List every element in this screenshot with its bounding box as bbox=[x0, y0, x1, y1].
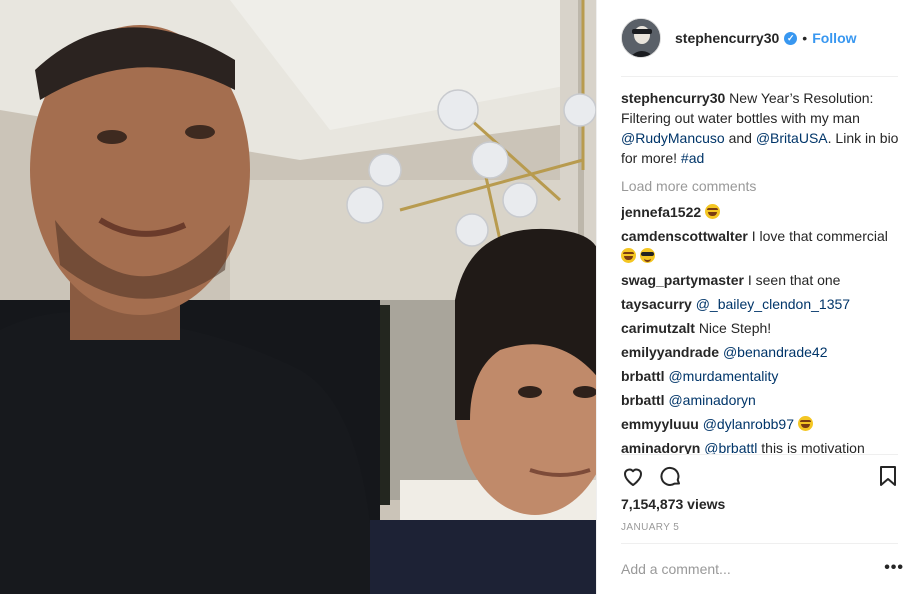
divider bbox=[621, 543, 898, 544]
comment-item: carimutzalt Nice Steph! bbox=[621, 318, 900, 338]
header-separator: • bbox=[802, 30, 808, 46]
comment-item: emmyyluuu @dylanrobb97 bbox=[621, 414, 900, 434]
comment-list: jennefa1522 camdenscottwalter I love tha… bbox=[621, 202, 900, 454]
sunglasses-emoji-icon bbox=[639, 248, 655, 263]
comment-item: emilyyandrade @benandrade42 bbox=[621, 342, 900, 362]
comment-text: I love that commercial bbox=[751, 228, 888, 244]
post-caption: stephencurry30 New Year’s Resolution: Fi… bbox=[621, 88, 900, 168]
post-header: stephencurry30 ✓ • Follow bbox=[597, 0, 914, 76]
caption-text: and bbox=[724, 130, 756, 146]
comment-bubble-icon[interactable] bbox=[657, 462, 685, 490]
comment-text: Nice Steph! bbox=[698, 320, 772, 336]
comment-username[interactable]: emmyyluuu bbox=[621, 416, 699, 432]
load-more-comments-button[interactable]: Load more comments bbox=[621, 176, 900, 196]
comment-item: jennefa1522 bbox=[621, 202, 900, 222]
comments-section: stephencurry30 New Year’s Resolution: Fi… bbox=[621, 88, 900, 454]
more-options-icon[interactable]: ••• bbox=[884, 559, 904, 577]
comment-item: taysacurry @_bailey_clendon_1357 bbox=[621, 294, 900, 314]
comment-mention[interactable]: @murdamentality bbox=[668, 368, 778, 384]
laughing-emoji-icon bbox=[621, 248, 636, 263]
avatar[interactable] bbox=[621, 18, 661, 58]
heart-icon[interactable] bbox=[619, 462, 647, 490]
header-username[interactable]: stephencurry30 bbox=[675, 30, 779, 46]
comment-item: brbattl @aminadoryn bbox=[621, 390, 900, 410]
post-video[interactable] bbox=[0, 0, 596, 594]
comment-username[interactable]: aminadoryn bbox=[621, 440, 700, 454]
caption-mention[interactable]: @BritaUSA bbox=[756, 130, 828, 146]
laughing-emoji-icon bbox=[705, 204, 721, 219]
comment-mention[interactable]: @benandrade42 bbox=[723, 344, 828, 360]
comment-text: I seen that one bbox=[747, 272, 841, 288]
post-date[interactable]: JANUARY 5 bbox=[621, 522, 679, 533]
comment-mention[interactable]: @dylanrobb97 bbox=[703, 416, 794, 432]
caption-mention[interactable]: @RudyMancuso bbox=[621, 130, 725, 146]
comment-username[interactable]: jennefa1522 bbox=[621, 204, 701, 220]
comment-item: camdenscottwalter I love that commercial bbox=[621, 226, 900, 266]
laughing-emoji-icon bbox=[797, 416, 813, 431]
caption-username[interactable]: stephencurry30 bbox=[621, 90, 725, 106]
view-count[interactable]: 7,154,873 views bbox=[621, 496, 725, 512]
comment-mention[interactable]: @aminadoryn bbox=[668, 392, 755, 408]
comment-item: aminadoryn @brbattl this is motivation t… bbox=[621, 438, 900, 454]
caption-hashtag[interactable]: #ad bbox=[681, 150, 704, 166]
comment-username[interactable]: emilyyandrade bbox=[621, 344, 719, 360]
divider bbox=[621, 76, 898, 77]
comment-mention[interactable]: @brbattl bbox=[704, 440, 757, 454]
post-actions bbox=[619, 462, 902, 490]
comment-mention[interactable]: @_bailey_clendon_1357 bbox=[696, 296, 850, 312]
comment-username[interactable]: swag_partymaster bbox=[621, 272, 744, 288]
bookmark-icon[interactable] bbox=[874, 462, 902, 490]
video-frame-image bbox=[0, 0, 596, 594]
comment-item: brbattl @murdamentality bbox=[621, 366, 900, 386]
verified-badge-icon: ✓ bbox=[784, 31, 798, 45]
comment-username[interactable]: brbattl bbox=[621, 392, 665, 408]
add-comment-input[interactable] bbox=[621, 561, 861, 577]
comment-username[interactable]: taysacurry bbox=[621, 296, 692, 312]
comment-item: swag_partymaster I seen that one bbox=[621, 270, 900, 290]
divider bbox=[621, 454, 898, 455]
follow-button[interactable]: Follow bbox=[812, 30, 856, 46]
comment-username[interactable]: brbattl bbox=[621, 368, 665, 384]
comment-username[interactable]: camdenscottwalter bbox=[621, 228, 748, 244]
comment-username[interactable]: carimutzalt bbox=[621, 320, 695, 336]
post-sidebar: stephencurry30 ✓ • Follow stephencurry30… bbox=[596, 0, 914, 594]
